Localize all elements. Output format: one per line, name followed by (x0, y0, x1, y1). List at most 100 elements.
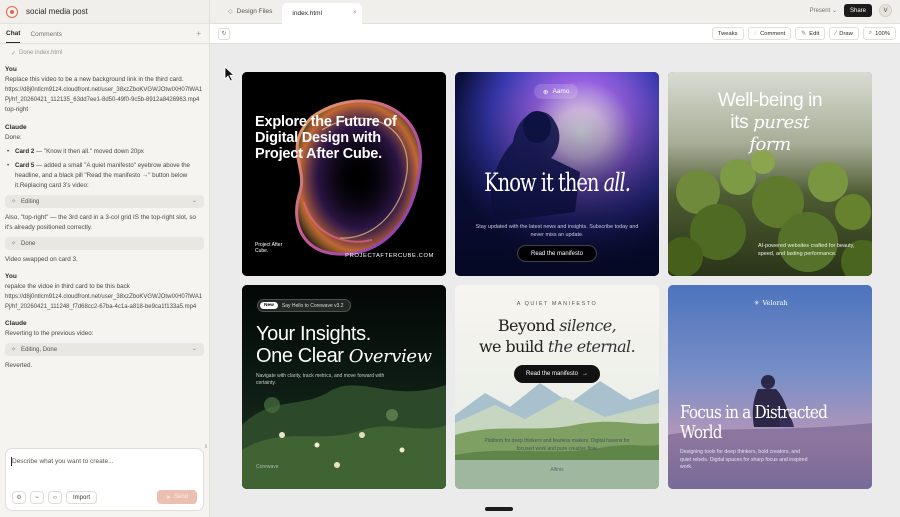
list-item: Card 5 — added a small "A quiet manifest… (5, 161, 204, 191)
pencil-icon: ✎ (801, 31, 807, 37)
card-focus-distracted-world[interactable]: ✳ Velorah Focus in a Distracted World De… (668, 285, 872, 489)
tab-chat[interactable]: Chat (6, 30, 21, 43)
message-text: Reverted. (5, 362, 33, 369)
preview-panel: ◇ Design Files index.html × Present ⌄ Sh… (210, 0, 900, 517)
chat-scrollbar[interactable] (205, 444, 207, 448)
tool-status-editing[interactable]: ✧ Editing ⌄ (5, 195, 204, 208)
attach-icon[interactable]: ⌁ (30, 491, 44, 504)
chevron-down-icon: ⌄ (191, 198, 197, 204)
present-menu[interactable]: Present ⌄ (810, 7, 837, 14)
message-author: Claude (5, 320, 27, 327)
header-actions: Present ⌄ Share V (810, 4, 892, 17)
project-header: social media post (0, 0, 209, 24)
card4-announcement-pill: New Say Hello to Corewave v3.2 (257, 299, 351, 312)
card5-eyebrow: A QUIET MANIFESTO (516, 301, 598, 307)
comment-button[interactable]: ◌ Comment (747, 27, 792, 40)
check-icon: ✓ (11, 50, 17, 57)
comment-icon: ◌ (753, 30, 758, 37)
drag-handle[interactable] (485, 507, 513, 511)
message-author: Claude (5, 124, 27, 131)
draw-button[interactable]: ⁄ Draw (829, 27, 859, 40)
folder-icon: ◇ (228, 9, 233, 15)
message-url: https://d8j0ntlcm91z4.cloudfront.net/use… (5, 87, 203, 103)
tool-status-done[interactable]: ✧ Done (5, 237, 204, 250)
zoom-button[interactable]: ⌕ 100% (862, 27, 896, 40)
mouse-cursor-icon (224, 66, 236, 82)
card4-subtext: Navigate with clarity, track metrics, an… (256, 373, 385, 386)
composer-tools: ⚙ ⌁ ‹› Import (12, 491, 98, 504)
import-button[interactable]: Import (66, 491, 98, 504)
settings-icon[interactable]: ⚙ (12, 491, 26, 504)
card-background (242, 285, 446, 489)
card2-manifesto-button[interactable]: Read the manifesto (517, 245, 597, 262)
project-title: social media post (26, 7, 88, 16)
reload-icon[interactable]: ↻ (218, 27, 230, 40)
card5-headline: Beyond silence, we build the eternal. (478, 316, 636, 356)
star-icon: ✳ (754, 299, 760, 307)
bullet-list: Card 2 — "Know it then all." moved down … (5, 147, 204, 191)
message-text: Reverting to the previous video: (5, 330, 94, 337)
composer[interactable]: Describe what you want to create... ⚙ ⌁ … (5, 448, 204, 511)
card2-headline: Know it then all. (484, 168, 631, 197)
file-tabs: ◇ Design Files index.html × Present ⌄ Sh… (210, 0, 900, 24)
arrow-right-icon: → (582, 371, 589, 377)
message-url: https://d8j0ntlcm91z4.cloudfront.net/use… (5, 294, 203, 310)
message-text: Replace this video to be a new backgroun… (5, 76, 184, 83)
card-project-after-cube[interactable]: Explore the Future of Digital Design wit… (242, 72, 446, 276)
card-quiet-manifesto[interactable]: A QUIET MANIFESTO Beyond silence, we bui… (455, 285, 659, 489)
send-button[interactable]: ➤ Send (156, 490, 197, 504)
card3-headline: Well-being in its purest form (717, 90, 823, 155)
chevron-down-icon: ⌄ (191, 346, 197, 352)
tab-design-files[interactable]: ◇ Design Files (218, 3, 282, 21)
card-well-being[interactable]: Well-being in its purest form AI-powered… (668, 72, 872, 276)
toolbar-actions: Tweaks ◌ Comment ✎ Edit ⁄ Draw ⌕ 100% (711, 27, 896, 40)
message-author: You (5, 273, 17, 280)
card5-subtext: Platform for deep thinkers and fearless … (484, 438, 630, 452)
new-badge: New (260, 302, 278, 309)
tweaks-button[interactable]: Tweaks (711, 27, 744, 40)
search-icon: ⌕ (868, 30, 873, 36)
tab-comments[interactable]: Comments (30, 31, 61, 43)
card2-subtext: Stay updated with the latest news and in… (475, 224, 639, 238)
left-tabs: Chat Comments + (0, 24, 209, 44)
app-logo-icon[interactable] (6, 5, 18, 18)
code-icon[interactable]: ‹› (48, 491, 62, 504)
preview-toolbar: ↻ Tweaks ◌ Comment ✎ Edit ⁄ Draw ⌕ 100% (210, 24, 900, 44)
new-chat-plus-icon[interactable]: + (196, 29, 201, 38)
close-icon[interactable]: × (353, 10, 357, 16)
chat-thread: ✓ Done index.html You Replace this video… (0, 44, 209, 448)
message-text: top-right (5, 106, 29, 113)
card4-headline: Your Insights. One Clear Overview (256, 323, 432, 367)
card2-pill: ⊕ Aamo (534, 84, 579, 99)
card6-brand: ✳ Velorah (754, 299, 788, 307)
card1-brand: Project After Cube. (255, 242, 283, 254)
message-author: You (5, 66, 17, 73)
card4-footer: Corewave (256, 464, 279, 470)
message-text: Done: (5, 134, 22, 141)
send-icon: ➤ (165, 494, 171, 501)
tool-status-editing-done[interactable]: ✧ Editing, Done ⌄ (5, 343, 204, 356)
message-text: Video swapped on card 3. (5, 256, 78, 263)
edit-button[interactable]: ✎ Edit (795, 27, 826, 40)
done-status-top: ✓ Done index.html (11, 50, 63, 57)
card6-subtext: Designing tools for deep thinkers, bold … (680, 449, 808, 470)
preview-canvas[interactable]: Explore the Future of Digital Design wit… (210, 44, 900, 517)
card-know-it-then-all[interactable]: ⊕ Aamo Know it then all. Stay updated wi… (455, 72, 659, 276)
share-button[interactable]: Share (843, 4, 872, 17)
chat-panel: social media post Chat Comments + ✓ Done… (0, 0, 210, 517)
list-item: Card 2 — "Know it then all." moved down … (5, 147, 204, 157)
card1-headline: Explore the Future of Digital Design wit… (255, 114, 397, 162)
app-window: social media post Chat Comments + ✓ Done… (0, 0, 900, 517)
sparkle-icon: ✧ (11, 241, 17, 247)
card-your-insights[interactable]: New Say Hello to Corewave v3.2 Your Insi… (242, 285, 446, 489)
composer-placeholder[interactable]: Describe what you want to create... (12, 458, 114, 465)
card5-footer: Alfinix (550, 467, 564, 473)
message-text: repalce the vidoe in third card to be th… (5, 283, 130, 290)
globe-icon: ⊕ (543, 88, 549, 96)
avatar[interactable]: V (879, 4, 892, 17)
card5-manifesto-button[interactable]: Read the manifesto → (514, 365, 600, 383)
tab-index-html[interactable]: index.html × (282, 2, 363, 24)
card1-url: PROJECTAFTERCUBE.COM (345, 253, 434, 259)
brush-icon: ⁄ (835, 30, 837, 37)
sparkle-icon: ✧ (11, 199, 17, 205)
